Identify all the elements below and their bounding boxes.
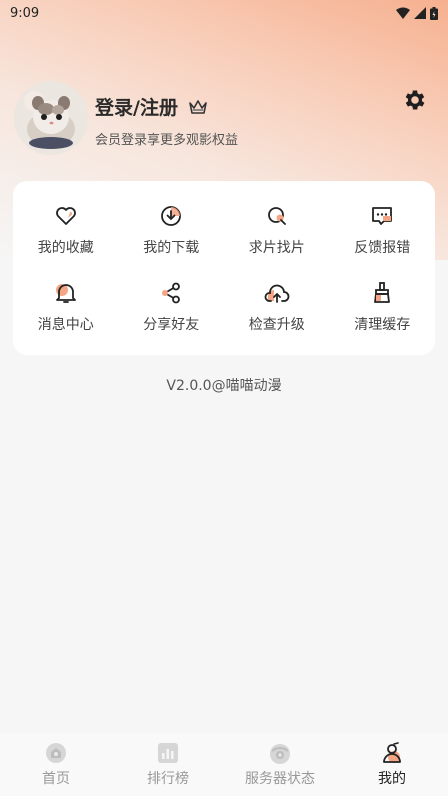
bell-icon — [55, 283, 76, 303]
battery-icon — [430, 6, 438, 20]
nav-label: 我的 — [378, 771, 406, 787]
home-icon — [46, 743, 66, 763]
feature-label: 反馈报错 — [354, 239, 411, 256]
nav-server-status[interactable]: 服务器状态 — [224, 733, 336, 796]
profile-header[interactable]: 登录/注册 会员登录享更多观影权益 — [14, 81, 434, 157]
chart-icon — [158, 743, 178, 763]
signal-icon — [414, 7, 426, 19]
status-bar: 9:09 — [0, 0, 448, 26]
nav-ranking[interactable]: 排行榜 — [112, 733, 224, 796]
feature-label: 清理缓存 — [354, 316, 411, 333]
my-favorites-item[interactable]: 我的收藏 — [13, 191, 119, 268]
cloud-upload-icon — [264, 284, 290, 303]
request-film-item[interactable]: 求片找片 — [224, 191, 330, 268]
crown-icon — [189, 99, 207, 114]
clear-cache-item[interactable]: 清理缓存 — [330, 268, 436, 345]
nav-profile[interactable]: 我的 — [336, 733, 448, 796]
status-icons — [396, 6, 438, 20]
profile-subtitle: 会员登录享更多观影权益 — [95, 133, 239, 148]
server-icon — [270, 744, 290, 764]
profile-title-text[interactable]: 登录/注册 — [95, 93, 178, 120]
feature-grid: 我的收藏 我的下载 求片找片 反馈报错 消息中心 分享好友 检查升级 清理缓存 — [13, 181, 435, 355]
login-register-title[interactable]: 登录/注册 — [95, 93, 208, 120]
feature-label: 求片找片 — [248, 239, 305, 256]
gear-icon[interactable] — [402, 87, 428, 113]
heart-icon — [55, 206, 76, 225]
bottom-navigation: 首页 排行榜 服务器状态 我的 — [0, 733, 448, 796]
my-downloads-item[interactable]: 我的下载 — [119, 191, 225, 268]
broom-icon — [374, 281, 391, 303]
nav-label: 排行榜 — [147, 771, 189, 787]
feature-label: 我的下载 — [143, 239, 200, 256]
nav-home[interactable]: 首页 — [0, 733, 112, 796]
search-film-icon — [267, 206, 286, 225]
avatar[interactable] — [14, 81, 88, 155]
feedback-icon — [372, 206, 393, 225]
profile-icon — [383, 742, 401, 763]
feedback-item[interactable]: 反馈报错 — [330, 191, 436, 268]
feature-label: 我的收藏 — [37, 239, 94, 256]
wifi-icon — [396, 7, 410, 19]
status-time: 9:09 — [10, 5, 40, 21]
feature-label: 消息中心 — [37, 316, 94, 333]
hamster-avatar-image — [14, 81, 88, 155]
download-icon — [161, 205, 182, 226]
nav-label: 首页 — [42, 771, 70, 787]
nav-label: 服务器状态 — [245, 771, 315, 787]
check-update-item[interactable]: 检查升级 — [224, 268, 330, 345]
feature-label: 分享好友 — [143, 316, 200, 333]
version-text: V2.0.0@喵喵动漫 — [166, 378, 282, 394]
message-center-item[interactable]: 消息中心 — [13, 268, 119, 345]
share-friends-item[interactable]: 分享好友 — [119, 268, 225, 345]
share-icon — [162, 282, 181, 303]
feature-label: 检查升级 — [248, 316, 305, 333]
